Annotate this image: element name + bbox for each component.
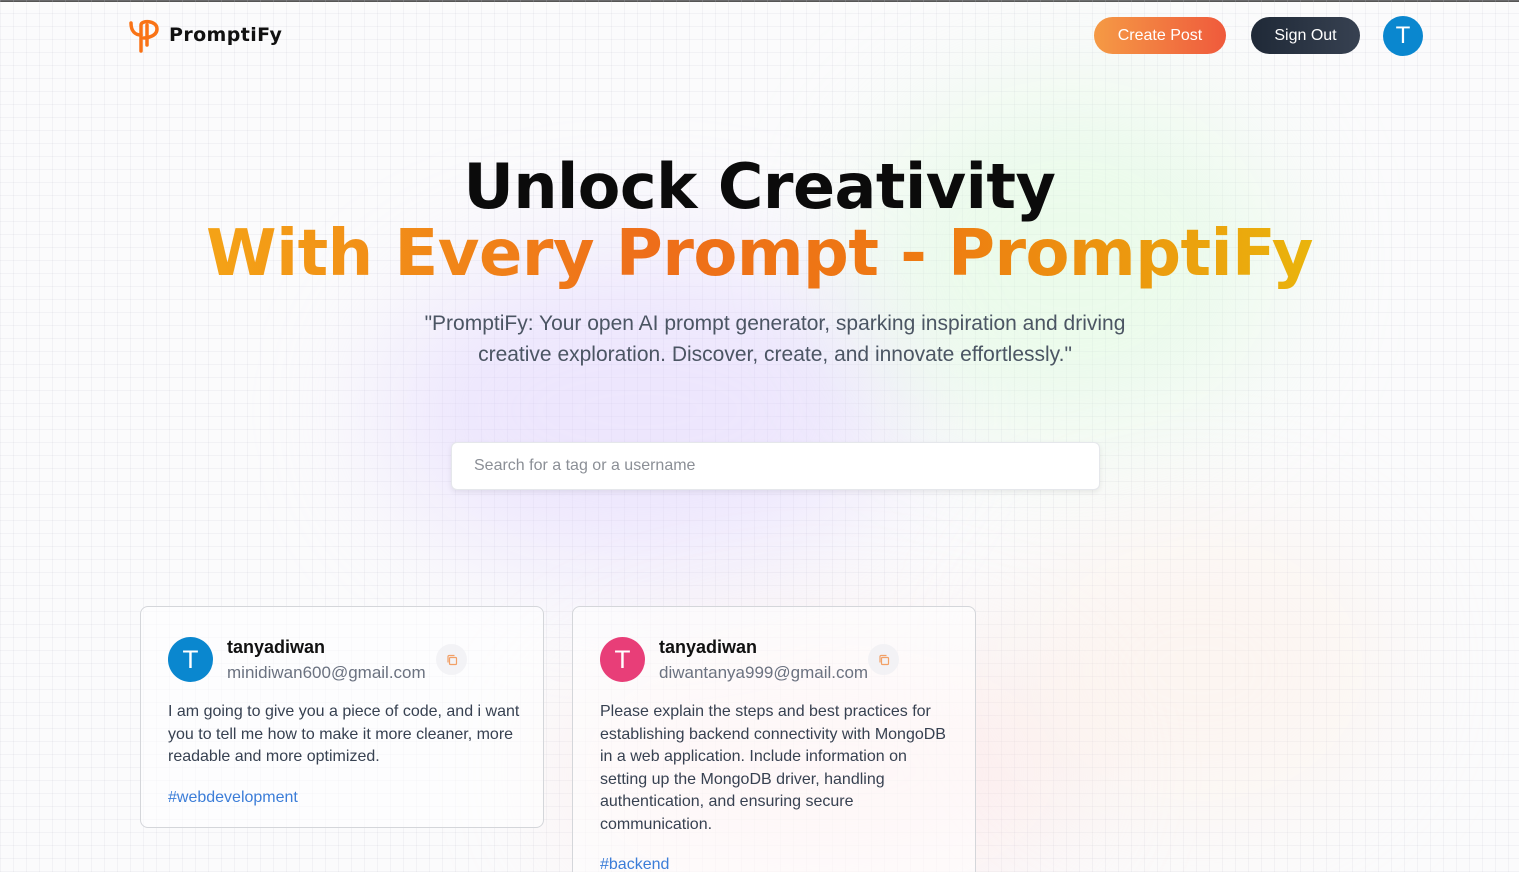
prompt-text: I am going to give you a piece of code, …	[168, 703, 520, 765]
hero-subtitle-text: With Every Prompt - PromptiFy	[206, 217, 1313, 291]
avatar[interactable]: T	[600, 637, 645, 682]
prompt-tag[interactable]: #backend	[600, 856, 669, 872]
prompt-card[interactable]: T tanyadiwan minidiwan600@gmail.com I am…	[140, 606, 544, 828]
top-border	[0, 0, 1519, 2]
create-post-button[interactable]: Create Post	[1094, 17, 1226, 54]
search-input[interactable]	[452, 443, 1099, 489]
card-username[interactable]: tanyadiwan	[227, 637, 325, 658]
promptify-logo-icon	[129, 19, 159, 53]
brand-logo-link[interactable]: PromptiFy	[127, 17, 282, 53]
user-avatar[interactable]: T	[1383, 16, 1423, 56]
background-glow	[380, 250, 900, 570]
hero-title: Unlock Creativity	[463, 150, 1056, 223]
prompt-card[interactable]: T tanyadiwan diwantanya999@gmail.com Ple…	[572, 606, 976, 872]
copy-button[interactable]	[868, 644, 899, 675]
brand-name: PromptiFy	[169, 24, 283, 46]
copy-button[interactable]	[436, 644, 467, 675]
card-email: minidiwan600@gmail.com	[227, 663, 426, 682]
card-email: diwantanya999@gmail.com	[659, 663, 869, 682]
search-bar	[451, 442, 1100, 490]
hero-subtitle: With Every Prompt - PromptiFy	[0, 217, 1519, 291]
card-username[interactable]: tanyadiwan	[659, 637, 757, 658]
sign-out-button[interactable]: Sign Out	[1251, 17, 1360, 54]
background-glow	[1010, 520, 1390, 820]
hero-description: "PromptiFy: Your open AI prompt generato…	[424, 312, 1126, 366]
prompt-tag[interactable]: #webdevelopment	[168, 789, 298, 807]
copy-icon	[878, 654, 889, 665]
prompt-text: Please explain the steps and best practi…	[600, 703, 946, 833]
copy-icon	[446, 654, 457, 665]
avatar[interactable]: T	[168, 637, 213, 682]
